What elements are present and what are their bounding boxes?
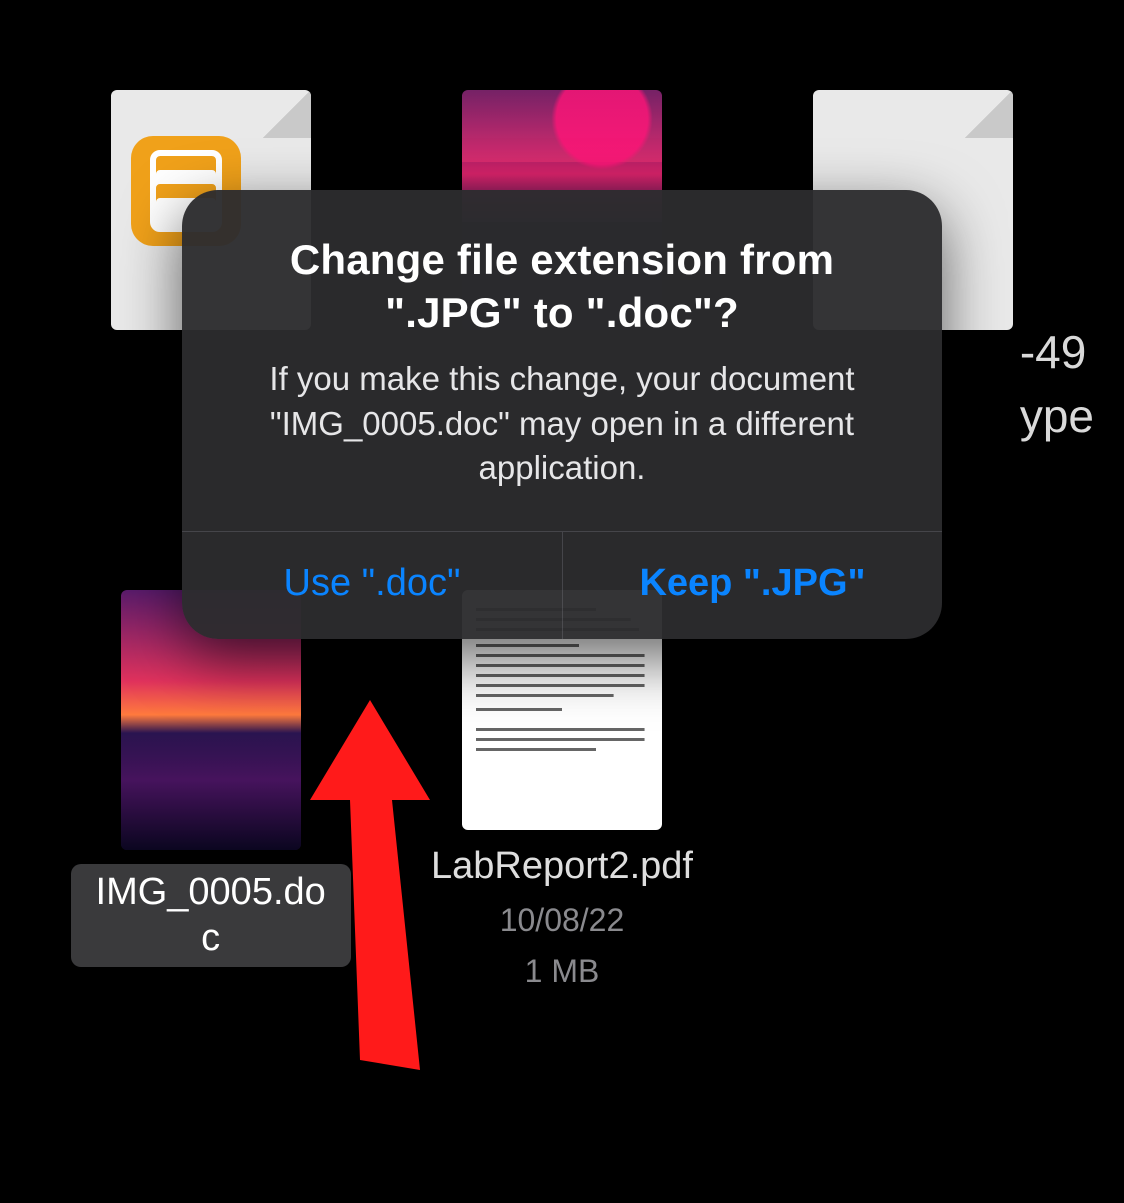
alert-title: Change file extension from ".JPG" to ".d… [222,234,902,339]
keep-old-extension-button[interactable]: Keep ".JPG" [562,532,942,639]
alert-buttons: Use ".doc" Keep ".JPG" [182,531,942,639]
use-new-extension-button[interactable]: Use ".doc" [182,532,562,639]
change-extension-alert: Change file extension from ".JPG" to ".d… [182,190,942,639]
alert-message: If you make this change, your document "… [222,357,902,491]
